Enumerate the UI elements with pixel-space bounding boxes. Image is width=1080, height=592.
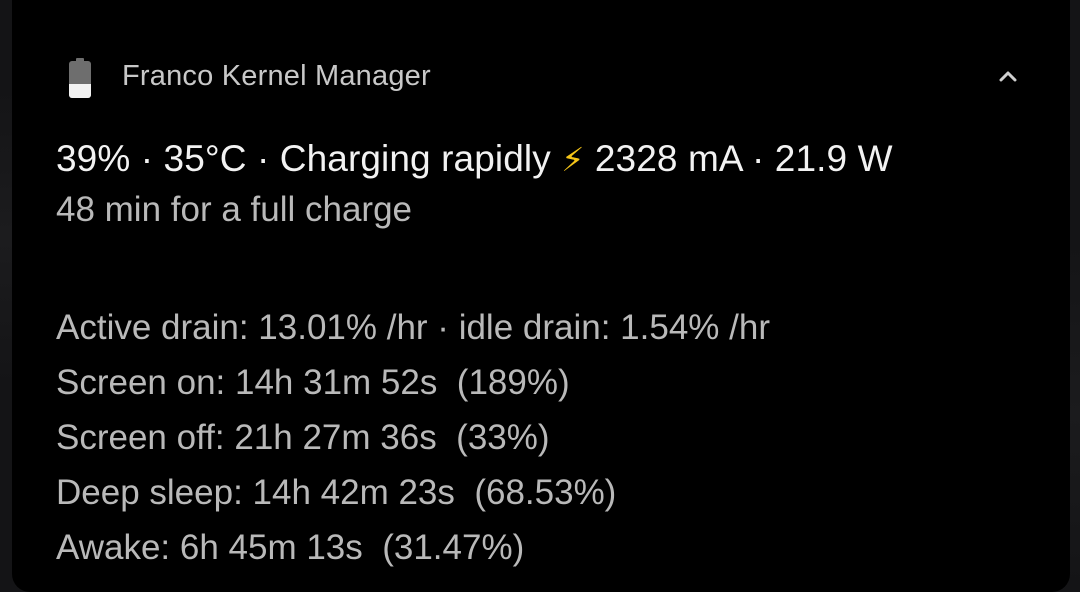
stat-screen-on: Screen on: 14h 31m 52s (189%): [56, 363, 570, 402]
lightning-bolt-icon: ⚡: [561, 140, 585, 179]
notification-header: Franco Kernel Manager: [12, 52, 1070, 106]
stat-awake: Awake: 6h 45m 13s (31.47%): [56, 528, 525, 567]
title-power-text: 2328 mA · 21.9 W: [584, 138, 893, 179]
app-name: Franco Kernel Manager: [122, 60, 431, 92]
stat-drain: Active drain: 13.01% /hr · idle drain: 1…: [56, 308, 770, 347]
stat-deep-sleep: Deep sleep: 14h 42m 23s (68.53%): [56, 473, 617, 512]
notification-title: 39% · 35°C · Charging rapidly ⚡ 2328 mA …: [56, 138, 893, 180]
chevron-up-icon[interactable]: [992, 60, 1024, 92]
battery-icon: [69, 58, 91, 98]
title-status-text: 39% · 35°C · Charging rapidly: [56, 138, 562, 179]
stat-screen-off: Screen off: 21h 27m 36s (33%): [56, 418, 550, 457]
battery-stats-list: Active drain: 13.01% /hr · idle drain: 1…: [56, 300, 770, 575]
notification-card[interactable]: Franco Kernel Manager 39% · 35°C · Charg…: [12, 0, 1070, 592]
charge-time-estimate: 48 min for a full charge: [56, 190, 413, 229]
